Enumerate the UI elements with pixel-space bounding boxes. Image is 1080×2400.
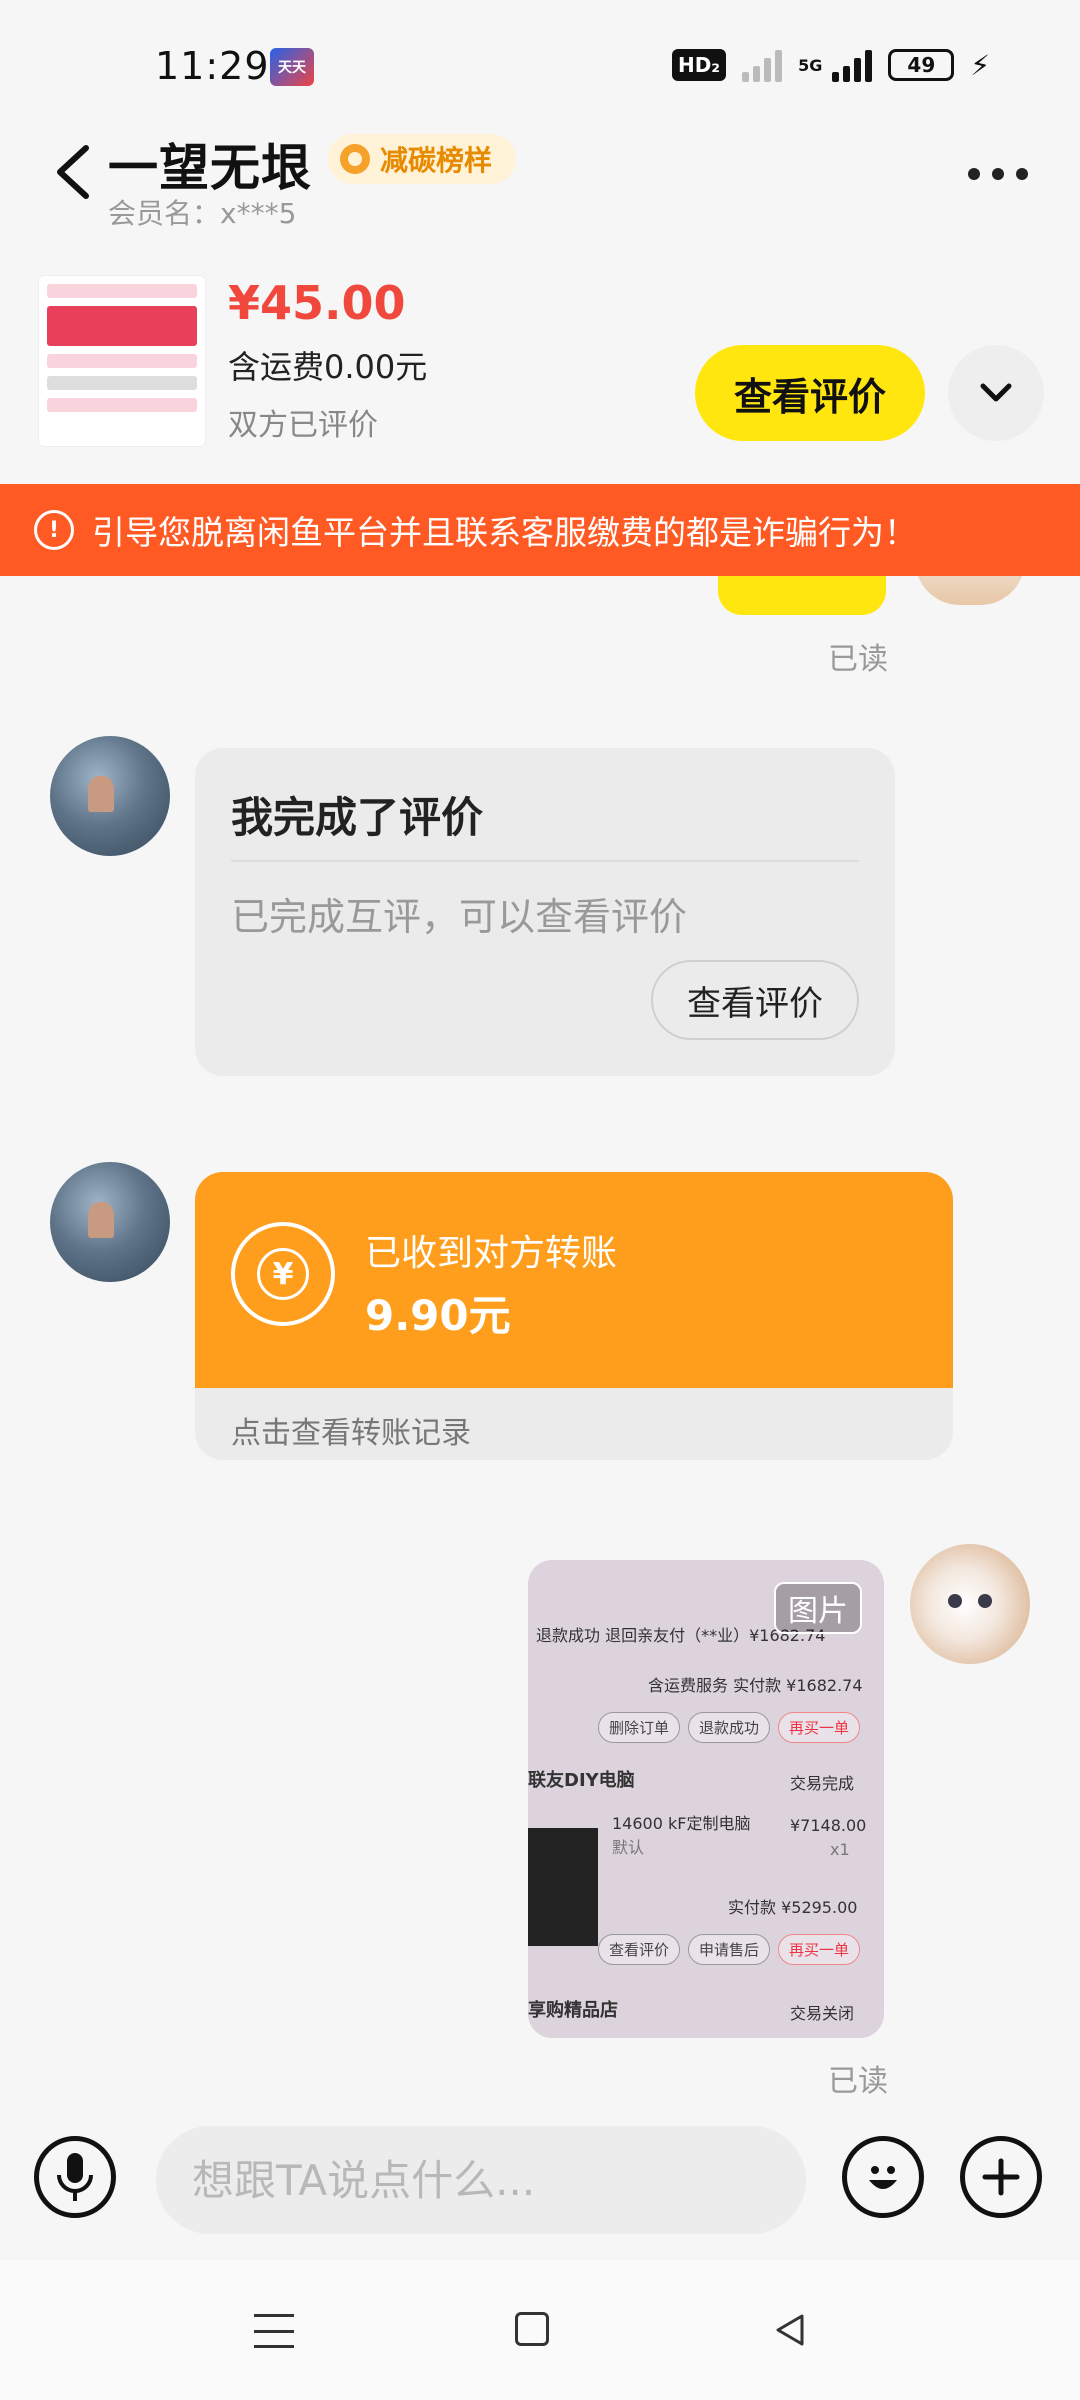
page-title: 一望无垠 xyxy=(108,139,312,197)
image-tag: 图片 xyxy=(774,1582,862,1634)
ss-shop: 联友DIY电脑 xyxy=(528,1770,635,1791)
ss-rebuy: 再买一单 xyxy=(778,1712,861,1743)
alert-icon: ! xyxy=(34,510,74,550)
yuan-symbol: ¥ xyxy=(257,1248,309,1300)
ss-paid2: 实付款 ¥5295.00 xyxy=(728,1898,858,1917)
hd-voice-icon: HD₂ xyxy=(671,49,727,81)
fraud-warning-banner: ! 引导您脱离闲鱼平台并且联系客服缴费的都是诈骗行为！ xyxy=(0,484,1080,576)
battery-icon: 49 xyxy=(888,49,955,81)
ss-paid-line: 含运费服务 实付款 ¥1682.74 xyxy=(648,1676,863,1695)
status-bar: 11:29 天天 HD₂ 5G 49 ⚡ xyxy=(0,0,1080,130)
review-card-title: 我完成了评价 xyxy=(231,793,484,842)
message-input[interactable] xyxy=(156,2126,806,2234)
status-time: 11:29 xyxy=(155,44,270,88)
ss-shop2: 享购精品店 xyxy=(528,2000,618,2021)
yuan-transfer-icon: ¥ xyxy=(231,1222,335,1326)
ss-after-sale: 申请售后 xyxy=(688,1934,771,1965)
view-review-button[interactable]: 查看评价 xyxy=(695,345,925,441)
review-status: 双方已评价 xyxy=(228,408,378,443)
chevron-down-icon xyxy=(980,383,1012,402)
leaf-badge-icon xyxy=(340,144,370,174)
image-message[interactable]: 退款成功 退回亲友付（**业）¥1682.74 含运费服务 实付款 ¥1682.… xyxy=(528,1560,884,2038)
ss-product: 14600 kF定制电脑 xyxy=(612,1814,751,1833)
more-dots-icon[interactable] xyxy=(968,160,1038,188)
review-card-desc: 已完成互评，可以查看评价 xyxy=(231,895,688,939)
ss-default: 默认 xyxy=(612,1838,645,1857)
signal-strong-icon xyxy=(832,48,873,82)
ss-qty: x1 xyxy=(830,1840,850,1859)
divider xyxy=(231,860,859,862)
transfer-message-card[interactable]: ¥ 已收到对方转账 9.90元 点击查看转账记录 xyxy=(195,1172,953,1460)
network-type: 5G xyxy=(798,55,823,75)
smile-icon[interactable] xyxy=(842,2136,924,2218)
read-receipt: 已读 xyxy=(828,642,888,677)
transfer-card-header: ¥ 已收到对方转账 9.90元 xyxy=(195,1172,953,1388)
ss-rebuy2: 再买一单 xyxy=(778,1934,861,1965)
eco-badge[interactable]: 减碳榜样 xyxy=(328,134,517,184)
app-notification-icon: 天天 xyxy=(270,48,314,86)
ss-refund-success: 退款成功 xyxy=(688,1712,771,1743)
product-photo xyxy=(528,1828,598,1946)
transfer-amount: 9.90元 xyxy=(365,1291,511,1340)
ss-view-review: 查看评价 xyxy=(598,1934,681,1965)
home-icon[interactable] xyxy=(515,2312,549,2346)
transfer-record-link[interactable]: 点击查看转账记录 xyxy=(231,1408,471,1452)
product-thumbnail[interactable] xyxy=(38,275,206,447)
status-indicators: HD₂ 5G 49 ⚡ xyxy=(671,48,990,82)
read-receipt: 已读 xyxy=(828,2064,888,2099)
transfer-title: 已收到对方转账 xyxy=(365,1233,618,1274)
back-triangle-icon[interactable] xyxy=(770,2310,810,2350)
my-avatar[interactable] xyxy=(910,1544,1030,1664)
ss-deal-done: 交易完成 xyxy=(790,1774,855,1793)
member-name: 会员名：x***5 xyxy=(108,197,297,230)
seller-avatar[interactable] xyxy=(50,1162,170,1282)
plus-icon[interactable] xyxy=(960,2136,1042,2218)
microphone-icon[interactable] xyxy=(34,2136,116,2218)
ss-delete-order: 删除订单 xyxy=(598,1712,681,1743)
ss-deal-closed: 交易关闭 xyxy=(790,2004,855,2023)
warning-text: 引导您脱离闲鱼平台并且联系客服缴费的都是诈骗行为！ xyxy=(92,513,917,552)
menu-icon[interactable] xyxy=(254,2314,294,2348)
badge-label: 减碳榜样 xyxy=(380,144,493,177)
expand-button[interactable] xyxy=(948,345,1044,441)
ss-item-price: ¥7148.00 xyxy=(790,1816,867,1835)
chevron-left-icon[interactable] xyxy=(50,142,100,202)
product-price: ¥45.00 xyxy=(228,276,406,330)
signal-weak-icon xyxy=(742,48,783,82)
charging-icon: ⚡ xyxy=(970,48,990,82)
shipping-fee: 含运费0.00元 xyxy=(228,348,428,386)
review-card-button[interactable]: 查看评价 xyxy=(651,960,859,1040)
seller-avatar[interactable] xyxy=(50,736,170,856)
review-message-card[interactable]: 我完成了评价 已完成互评，可以查看评价 查看评价 xyxy=(195,748,895,1076)
